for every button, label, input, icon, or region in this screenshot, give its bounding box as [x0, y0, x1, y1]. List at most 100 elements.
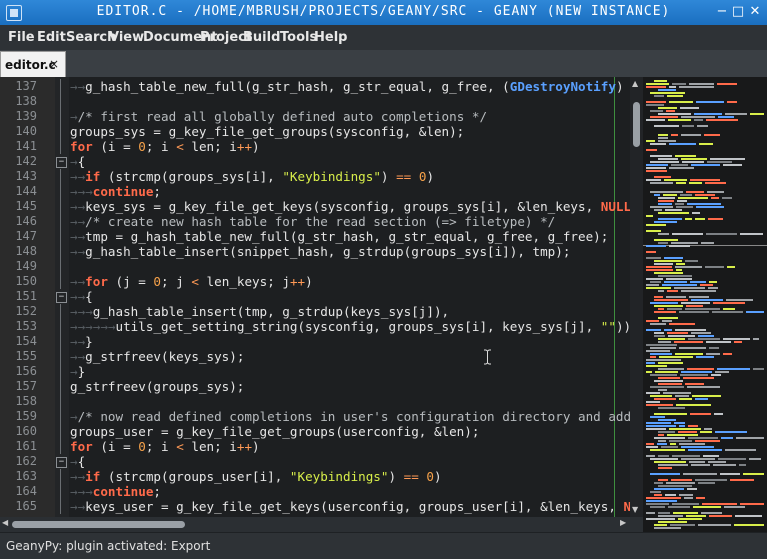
minimap-code-stroke	[753, 368, 764, 370]
minimize-icon[interactable]: −	[714, 4, 730, 20]
menu-view[interactable]: View	[109, 30, 144, 45]
code-line[interactable]: 153 →→→→→→utils_get_setting_string(syscon…	[0, 319, 630, 334]
code-line[interactable]: 138	[0, 94, 630, 109]
minimap-code-stroke	[646, 140, 655, 142]
minimap-code-stroke	[654, 263, 673, 265]
code-line[interactable]: 145 →→keys_sys = g_key_file_get_keys(sysc…	[0, 199, 630, 214]
minimap-code-stroke	[734, 524, 764, 526]
menu-file[interactable]: File	[8, 30, 35, 45]
menu-help[interactable]: Help	[314, 30, 347, 45]
maximize-icon[interactable]: □	[730, 4, 746, 20]
minimap-code-stroke	[682, 125, 694, 127]
code-text: →/* now read defined completions in user…	[70, 409, 630, 424]
scroll-left-icon[interactable]: ◀	[2, 518, 8, 527]
minimap-code-stroke	[658, 431, 675, 433]
minimap-code-stroke	[689, 182, 702, 184]
code-line[interactable]: 155 →→g_strfreev(keys_sys);	[0, 349, 630, 364]
code-line[interactable]: 164 →→→continue;	[0, 484, 630, 499]
code-line[interactable]: 147 →→tmp = g_hash_table_new_full(g_str_h…	[0, 229, 630, 244]
code-line[interactable]: 148 →→g_hash_table_insert(snippet_hash, g…	[0, 244, 630, 259]
minimap-code-stroke	[676, 182, 686, 184]
minimap-code-stroke	[654, 380, 683, 382]
code-line[interactable]: 158	[0, 394, 630, 409]
code-line[interactable]: 143 →→if (strcmp(groups_sys[i], "Keybindi…	[0, 169, 630, 184]
minimap-code-stroke	[646, 446, 658, 448]
minimap-code-stroke	[715, 431, 747, 433]
code-line[interactable]: 165 →→keys_user = g_key_file_get_keys(use…	[0, 499, 630, 514]
minimap-code-stroke	[683, 473, 717, 475]
minimap-code-stroke	[666, 482, 695, 484]
minimap-code-stroke	[681, 290, 716, 292]
code-line[interactable]: 150 →→for (j = 0; j < len_keys; j++)	[0, 274, 630, 289]
horizontal-scrollbar[interactable]: ◀ ▶	[0, 517, 643, 532]
fold-guide	[60, 319, 61, 334]
text-cursor-icon	[484, 349, 491, 365]
tab-editor-c[interactable]: editor.c ×	[0, 51, 66, 78]
minimap-code-stroke	[667, 308, 682, 310]
code-text: →→→continue;	[70, 184, 162, 199]
vertical-scroll-thumb[interactable]	[633, 102, 640, 147]
code-text: groups_sys = g_key_file_get_groups(sysco…	[70, 124, 465, 139]
code-line[interactable]: 154 →→}	[0, 334, 630, 349]
code-line[interactable]: 144 →→→continue;	[0, 184, 630, 199]
code-text: →→/* create new hash table for the read …	[70, 214, 556, 229]
code-line[interactable]: 156 →}	[0, 364, 630, 379]
code-line[interactable]: 157 g_strfreev(groups_sys);	[0, 379, 630, 394]
code-line[interactable]: 149	[0, 259, 630, 274]
minimap-code-stroke	[654, 209, 662, 211]
code-editor[interactable]: 137 →→g_hash_table_new_full(g_str_hash, g…	[0, 77, 630, 517]
code-line[interactable]: 146 →→/* create new hash table for the re…	[0, 214, 630, 229]
minimap-code-stroke	[658, 218, 682, 220]
code-line[interactable]: 159 →/* now read defined completions in u…	[0, 409, 630, 424]
minimap-code-stroke	[708, 287, 718, 289]
menu-tools[interactable]: Tools	[280, 30, 317, 45]
minimap-code-stroke	[735, 515, 762, 517]
close-icon[interactable]: ✕	[747, 4, 763, 20]
code-line[interactable]: 163 →→if (strcmp(groups_user[i], "Keybind…	[0, 469, 630, 484]
code-line[interactable]: 141 for (i = 0; i < len; i++)	[0, 139, 630, 154]
fold-toggle-icon[interactable]: −	[56, 157, 67, 168]
minimap-code-stroke	[646, 266, 672, 268]
minimap-code-stroke	[667, 95, 683, 97]
minimap-code-stroke	[650, 386, 684, 388]
minimap-code-stroke	[654, 335, 665, 337]
scroll-down-icon[interactable]: ▼	[632, 505, 638, 514]
code-line[interactable]: 160 groups_user = g_key_file_get_groups(u…	[0, 424, 630, 439]
code-line[interactable]: 137 →→g_hash_table_new_full(g_str_hash, g…	[0, 79, 630, 94]
menu-edit[interactable]: Edit	[37, 30, 66, 45]
minimap-code-stroke	[646, 245, 666, 247]
minimap-code-stroke	[704, 134, 720, 136]
scroll-up-icon[interactable]: ▲	[632, 79, 638, 88]
fold-toggle-icon[interactable]: −	[56, 292, 67, 303]
line-number: 159	[15, 409, 37, 423]
menu-build[interactable]: Build	[243, 30, 280, 45]
minimap-code-stroke	[689, 461, 705, 463]
scroll-right-icon[interactable]: ▶	[620, 518, 626, 527]
minimap-code-stroke	[686, 515, 706, 517]
minimap-code-stroke	[685, 218, 692, 220]
code-text: groups_user = g_key_file_get_groups(user…	[70, 424, 480, 439]
minimap-code-stroke	[646, 425, 676, 427]
horizontal-scroll-thumb[interactable]	[12, 521, 185, 528]
minimap-code-stroke	[753, 338, 759, 340]
code-line[interactable]: 140 groups_sys = g_key_file_get_groups(sy…	[0, 124, 630, 139]
code-line[interactable]: 161 for (i = 0; i < len; i++)	[0, 439, 630, 454]
code-line[interactable]: 142 − →{	[0, 154, 630, 169]
code-line[interactable]: 162 − →{	[0, 454, 630, 469]
code-line[interactable]: 151 − →→{	[0, 289, 630, 304]
fold-guide	[60, 109, 61, 124]
minimap-overview[interactable]	[643, 77, 767, 532]
minimap-code-stroke	[681, 371, 712, 373]
code-line[interactable]: 139 →/* first read all globally defined a…	[0, 109, 630, 124]
minimap-code-stroke	[667, 290, 678, 292]
minimap-code-stroke	[718, 458, 746, 460]
code-text: for (i = 0; i < len; i++)	[70, 439, 260, 454]
minimap-code-stroke	[646, 164, 668, 166]
fold-toggle-icon[interactable]: −	[56, 457, 67, 468]
minimap-code-stroke	[694, 119, 703, 121]
minimap-code-stroke	[646, 443, 654, 445]
code-line[interactable]: 152 →→→g_hash_table_insert(tmp, g_strdup(…	[0, 304, 630, 319]
tab-close-icon[interactable]: ×	[49, 57, 59, 71]
vertical-scrollbar[interactable]: ▲ ▼	[630, 77, 643, 517]
minimap-code-stroke	[658, 107, 677, 109]
